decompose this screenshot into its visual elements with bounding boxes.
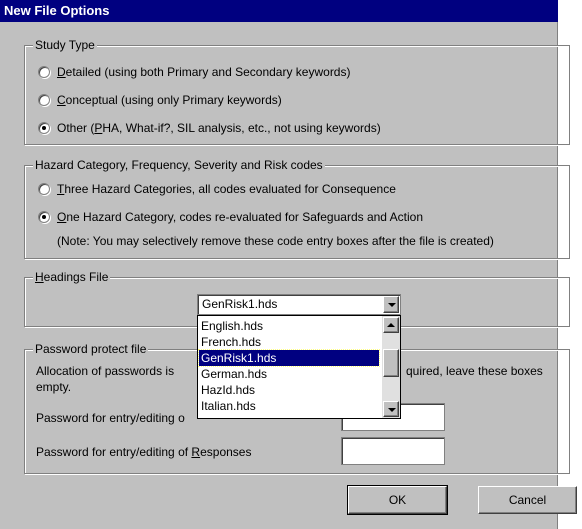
password-info-line2: empty.	[36, 380, 72, 394]
dialog-title: New File Options	[0, 0, 558, 22]
headings-file-select[interactable]: GenRisk1.hds	[197, 294, 401, 315]
headings-dropdown-list[interactable]: English.hds French.hds GenRisk1.hds Germ…	[197, 315, 401, 419]
hazard-note: (Note: You may selectively remove these …	[57, 234, 494, 248]
scroll-up-button[interactable]	[383, 317, 399, 333]
new-file-options-dialog: New File Options Study Type Detailed (us…	[0, 0, 577, 529]
cancel-button[interactable]: Cancel	[478, 486, 577, 514]
list-item[interactable]: English.hds	[199, 318, 379, 334]
combo-dropdown-button[interactable]	[383, 296, 399, 313]
responses-password-label: Password for entry/editing of Responses	[36, 445, 252, 459]
scroll-thumb[interactable]	[383, 349, 399, 377]
study-conceptual-radio[interactable]: Conceptual (using only Primary keywords)	[38, 92, 282, 108]
list-item[interactable]: German.hds	[199, 366, 379, 382]
list-item-selected[interactable]: GenRisk1.hds	[198, 349, 380, 367]
radio-selected-icon[interactable]	[38, 211, 50, 223]
responses-password-input[interactable]	[341, 437, 445, 465]
radio-circle-icon[interactable]	[38, 183, 50, 195]
study-detailed-radio[interactable]: Detailed (using both Primary and Seconda…	[38, 64, 350, 80]
hazard-legend: Hazard Category, Frequency, Severity and…	[33, 158, 325, 172]
password-info-right: quired, leave these boxes	[406, 364, 543, 378]
hazard-three-categories-radio[interactable]: Three Hazard Categories, all codes evalu…	[38, 181, 396, 197]
chevron-down-icon	[388, 408, 396, 412]
scroll-down-button[interactable]	[383, 401, 399, 417]
worksheet-password-label: Password for entry/editing o	[36, 411, 185, 425]
list-item[interactable]: Italian.hds	[199, 398, 379, 414]
study-other-radio[interactable]: Other (PHA, What-if?, SIL analysis, etc.…	[38, 120, 381, 136]
password-info-left: Allocation of passwords is	[36, 364, 175, 378]
ok-button[interactable]: OK	[347, 485, 448, 515]
list-item[interactable]: HazId.hds	[199, 382, 379, 398]
chevron-down-icon	[388, 303, 396, 307]
chevron-up-icon	[387, 323, 395, 327]
radio-selected-icon[interactable]	[38, 122, 50, 134]
list-item[interactable]: French.hds	[199, 334, 379, 350]
radio-circle-icon[interactable]	[38, 66, 50, 78]
hazard-one-category-radio[interactable]: One Hazard Category, codes re-evaluated …	[38, 209, 423, 225]
headings-selected-value: GenRisk1.hds	[202, 297, 278, 311]
dropdown-scrollbar[interactable]	[382, 316, 400, 418]
headings-legend: Headings File	[33, 270, 111, 284]
password-legend: Password protect file	[33, 342, 149, 356]
radio-circle-icon[interactable]	[38, 94, 50, 106]
study-type-legend: Study Type	[33, 38, 97, 52]
